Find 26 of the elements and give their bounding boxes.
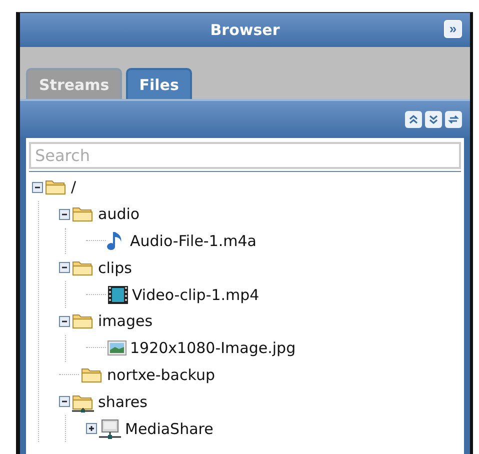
image-file-icon: [107, 338, 127, 358]
collapse-icon[interactable]: [59, 316, 70, 327]
tree-item[interactable]: shares: [98, 392, 148, 411]
film-strip-icon: [107, 284, 129, 306]
collapse-button[interactable]: »: [444, 20, 462, 38]
collapse-icon[interactable]: [59, 208, 70, 220]
collapse-icon[interactable]: [32, 182, 43, 193]
refresh-icon[interactable]: [445, 111, 462, 128]
tree-item[interactable]: /: [71, 178, 76, 196]
tree-item[interactable]: Video-clip-1.mp4: [132, 286, 260, 304]
panel-title: Browser: [210, 21, 280, 39]
expand-icon[interactable]: [86, 423, 97, 434]
tree-item[interactable]: images: [98, 312, 153, 330]
tree-item[interactable]: clips: [98, 258, 132, 277]
tab[interactable]: Files: [126, 68, 192, 99]
collapse-icon[interactable]: [59, 396, 70, 408]
tree-item[interactable]: MediaShare: [125, 420, 214, 438]
search-field[interactable]: Search: [29, 142, 461, 169]
tree-item[interactable]: audio: [98, 205, 140, 224]
network-drive-icon: [98, 418, 122, 440]
collapse-icon[interactable]: [59, 262, 70, 274]
tree-item[interactable]: 1920x1080-Image.jpg: [130, 339, 296, 358]
collapse-all-icon[interactable]: [405, 111, 422, 128]
expand-all-icon[interactable]: [425, 111, 442, 128]
tree-item[interactable]: Audio-File-1.m4a: [130, 232, 256, 250]
tree-item[interactable]: nortxe-backup: [107, 366, 216, 384]
